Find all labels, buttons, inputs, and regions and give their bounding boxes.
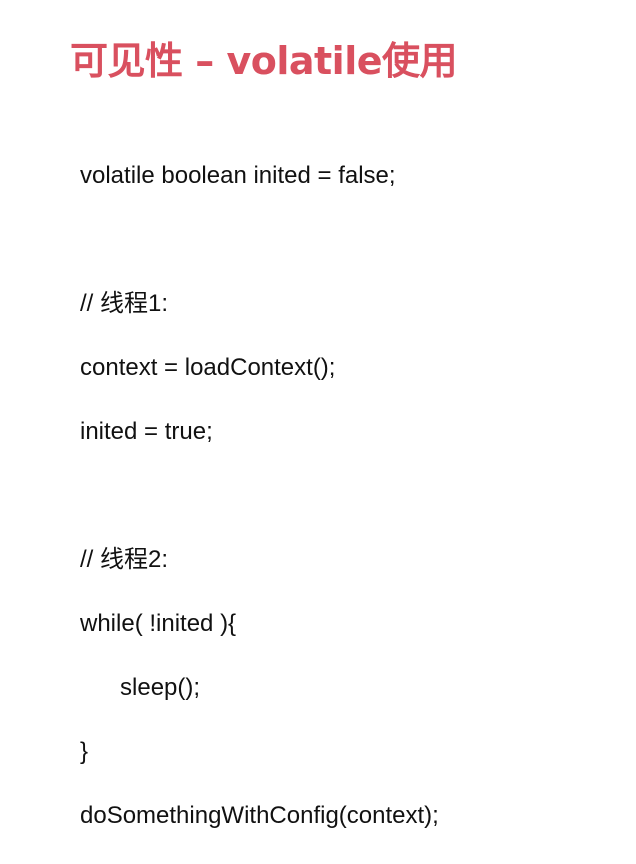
code-line: sleep(); <box>80 674 201 701</box>
code-line: // 线程1: <box>80 290 169 317</box>
code-line: context = loadContext(); <box>80 354 336 381</box>
slide-title: 可见性 – volatile使用 <box>70 39 458 83</box>
code-line: doSomethingWithConfig(context); <box>80 802 439 829</box>
code-block: volatile boolean inited = false; // 线程1:… <box>80 128 439 864</box>
code-line: while( !inited ){ <box>80 610 237 637</box>
code-line: volatile boolean inited = false; <box>80 162 396 189</box>
code-line: inited = true; <box>80 418 213 445</box>
code-line: // 线程2: <box>80 546 169 573</box>
code-line: } <box>80 738 89 765</box>
